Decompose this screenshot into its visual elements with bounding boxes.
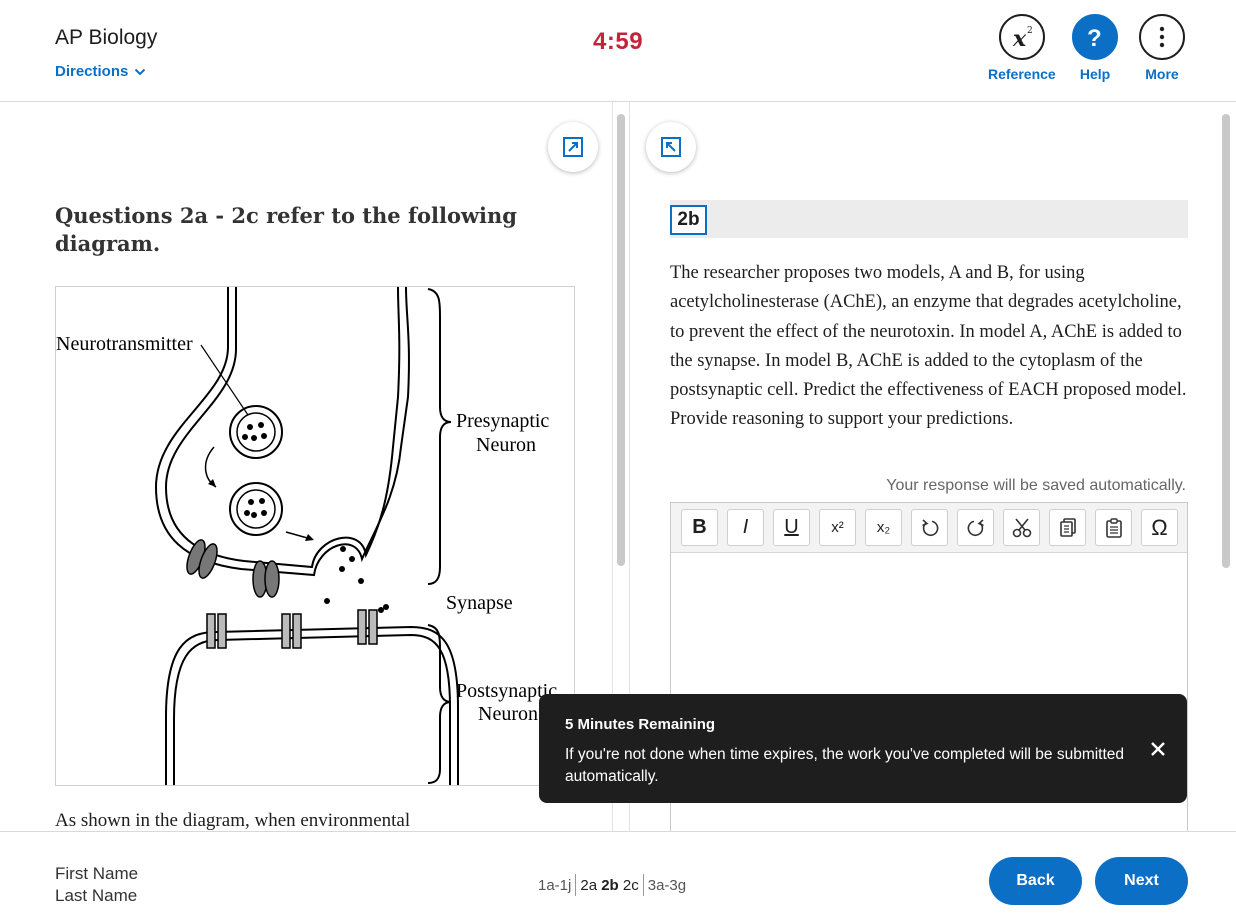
nav-separator — [642, 874, 644, 896]
passage-text: As shown in the diagram, when environmen… — [55, 810, 411, 831]
svg-text:x: x — [1012, 26, 1027, 52]
toast-title: 5 Minutes Remaining — [565, 716, 716, 733]
collapse-icon — [661, 137, 681, 157]
label-synapse: Synapse — [446, 592, 513, 614]
question-mark-icon: ? — [1072, 14, 1118, 60]
directions-toggle[interactable]: Directions — [55, 63, 146, 80]
help-button[interactable]: ? Help — [1072, 14, 1118, 82]
passage-heading: Questions 2a - 2c refer to the following… — [55, 203, 517, 256]
nav-separator — [575, 874, 577, 896]
subscript-button[interactable]: x₂ — [865, 509, 902, 546]
superscript-button[interactable]: x² — [819, 509, 856, 546]
nav-prev-group[interactable]: 1a-1j — [538, 877, 571, 894]
passage-pane[interactable]: Questions 2a - 2c refer to the following… — [0, 102, 612, 831]
student-name: First Name Last Name — [55, 863, 138, 907]
question-prompt: The researcher proposes two models, A an… — [670, 263, 1187, 430]
copy-button[interactable] — [1049, 509, 1086, 546]
left-scrollbar[interactable] — [617, 114, 625, 566]
last-name: Last Name — [55, 886, 138, 905]
collapse-passage-button[interactable] — [646, 122, 696, 172]
svg-text:2: 2 — [1027, 26, 1033, 36]
redo-icon — [967, 518, 984, 536]
special-characters-button[interactable]: Ω — [1141, 509, 1178, 546]
help-label: Help — [1079, 66, 1111, 82]
back-button[interactable]: Back — [989, 857, 1082, 905]
undo-icon — [921, 518, 938, 536]
nav-item-2a[interactable]: 2a — [580, 877, 597, 894]
paste-button[interactable] — [1095, 509, 1132, 546]
bold-button[interactable]: B — [681, 509, 718, 546]
nav-item-2c[interactable]: 2c — [623, 877, 639, 894]
close-icon[interactable] — [1147, 738, 1169, 760]
cut-button[interactable] — [1003, 509, 1040, 546]
label-postsynaptic-neuron: Neuron — [478, 703, 538, 725]
nav-next-group[interactable]: 3a-3g — [648, 877, 686, 894]
scissors-icon — [1012, 517, 1031, 537]
chevron-down-icon — [135, 68, 146, 75]
undo-button[interactable] — [911, 509, 948, 546]
first-name: First Name — [55, 864, 139, 883]
expand-passage-button[interactable] — [548, 122, 598, 172]
label-presynaptic: Presynaptic — [456, 410, 549, 432]
nav-item-2b[interactable]: 2b — [601, 877, 619, 894]
more-button[interactable]: More — [1139, 14, 1185, 82]
reference-label: Reference — [988, 66, 1056, 82]
label-presynaptic-neuron: Neuron — [476, 434, 536, 456]
redo-button[interactable] — [957, 509, 994, 546]
synapse-diagram: Neurotransmitter Presynaptic Neuron Syna… — [55, 286, 575, 786]
expand-icon — [563, 137, 583, 157]
reference-button[interactable]: x2 Reference — [988, 14, 1056, 82]
header: AP Biology Directions 4:59 x2 Reference … — [0, 0, 1236, 102]
underline-button[interactable]: U — [773, 509, 810, 546]
svg-text:?: ? — [1087, 25, 1102, 51]
next-button[interactable]: Next — [1095, 857, 1188, 905]
more-label: More — [1145, 66, 1179, 82]
time-warning-toast: 5 Minutes Remaining If you're not done w… — [539, 694, 1187, 803]
editor-toolbar: B I U x² x₂ Ω — [671, 503, 1187, 553]
directions-label: Directions — [55, 63, 129, 80]
question-label: 2b — [670, 205, 707, 235]
app-title: AP Biology — [55, 26, 158, 49]
timer: 4:59 — [593, 28, 644, 55]
label-neurotransmitter: Neurotransmitter — [56, 333, 193, 355]
question-navigator[interactable]: 1a-1j 2a 2b 2c 3a-3g — [538, 874, 686, 896]
toast-message: If you're not done when time expires, th… — [565, 746, 1125, 785]
right-scrollbar[interactable] — [1222, 114, 1230, 568]
footer: First Name Last Name 1a-1j 2a 2b 2c 3a-3… — [0, 831, 1236, 924]
clipboard-icon — [1105, 517, 1122, 538]
formula-icon: x2 — [998, 14, 1045, 60]
italic-button[interactable]: I — [727, 509, 764, 546]
autosave-note: Your response will be saved automaticall… — [886, 477, 1186, 494]
question-label-bar: 2b — [670, 200, 1188, 238]
vertical-ellipsis-icon — [1139, 14, 1185, 60]
copy-icon — [1059, 517, 1076, 537]
